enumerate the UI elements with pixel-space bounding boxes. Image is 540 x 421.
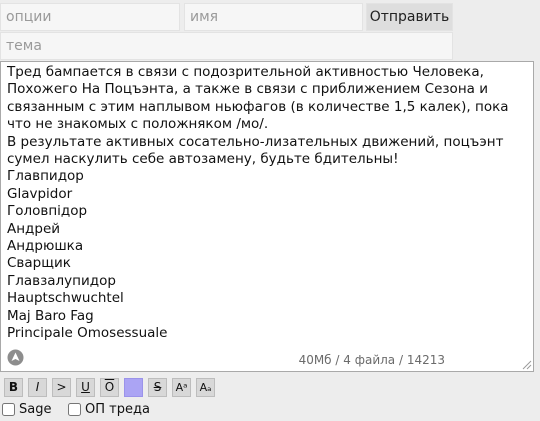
resize-grip-icon[interactable] [521, 359, 532, 370]
submit-button[interactable]: Отправить [366, 3, 453, 31]
file-counter: 40Мб / 4 файла / 14213 [298, 353, 445, 367]
underline-button[interactable]: U [76, 378, 95, 397]
bold-button[interactable]: B [4, 378, 23, 397]
strike-button[interactable]: S [148, 378, 167, 397]
overline-button[interactable]: O [100, 378, 119, 397]
message-textarea[interactable]: Тред бампается в связи с подозрительной … [0, 61, 534, 372]
sage-checkbox[interactable] [2, 403, 15, 416]
sage-label: Sage [19, 402, 52, 417]
superscript-button[interactable]: Aᵃ [172, 378, 191, 397]
spoiler-button[interactable] [124, 378, 143, 397]
post-form: Отправить Тред бампается в связи с подоз… [0, 0, 540, 421]
options-input[interactable] [0, 3, 180, 31]
op-checkbox[interactable] [68, 403, 81, 416]
message-text[interactable]: Тред бампается в связи с подозрительной … [1, 62, 533, 343]
italic-button[interactable]: I [28, 378, 47, 397]
op-option[interactable]: ОП треда [68, 402, 150, 417]
quote-button[interactable]: > [52, 378, 71, 397]
op-label: ОП треда [85, 402, 150, 417]
subject-input[interactable] [0, 32, 453, 60]
name-input[interactable] [184, 3, 363, 31]
sage-option[interactable]: Sage [2, 402, 51, 417]
attach-icon[interactable] [7, 349, 24, 366]
subscript-button[interactable]: Aₐ [196, 378, 215, 397]
